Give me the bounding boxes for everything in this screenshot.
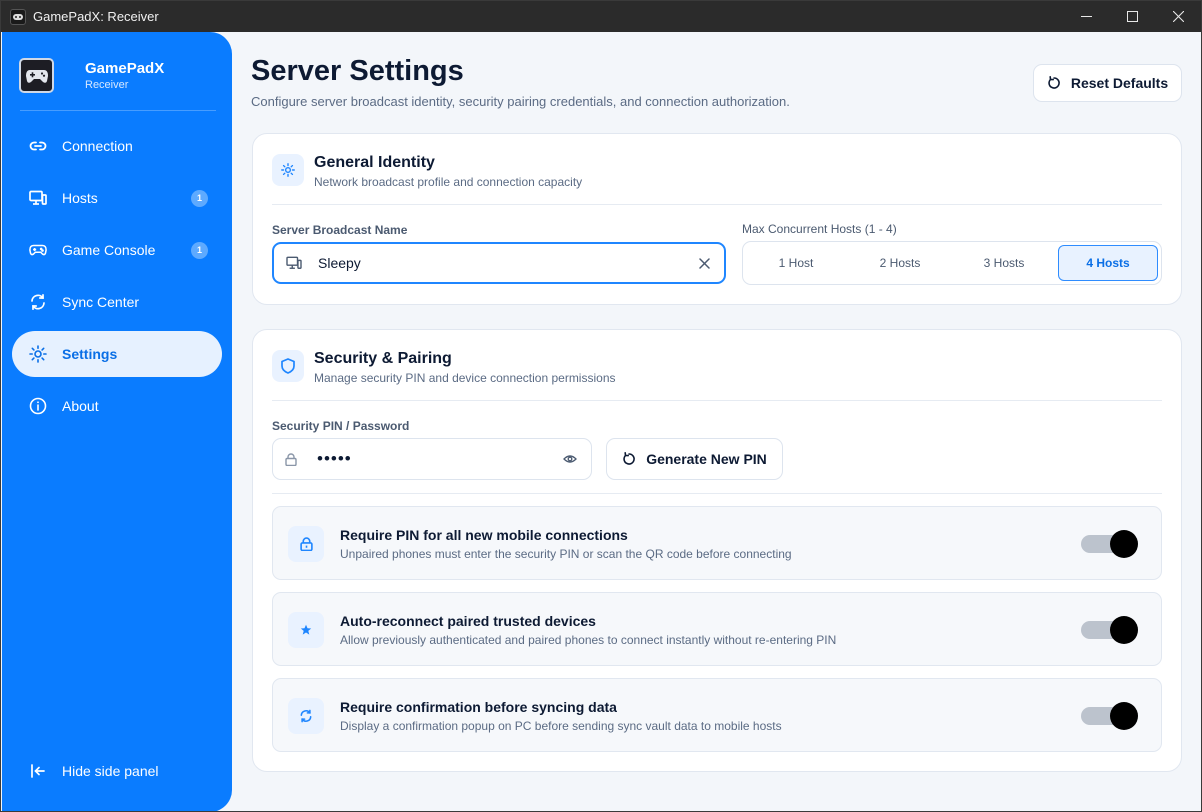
sidebar-item-connection[interactable]: Connection — [12, 123, 222, 169]
sidebar: GamePadX Receiver Connection Hosts 1 Gam… — [2, 32, 232, 811]
sync-confirmation-row: Require confirmation before syncing data… — [272, 678, 1162, 752]
sidebar-item-game-console[interactable]: Game Console 1 — [12, 227, 222, 273]
hide-side-panel-label: Hide side panel — [62, 763, 159, 779]
require-pin-row: Require PIN for all new mobile connectio… — [272, 506, 1162, 580]
star-icon — [288, 612, 324, 648]
hosts-option-4[interactable]: 4 Hosts — [1058, 245, 1158, 281]
max-hosts-label: Max Concurrent Hosts (1 - 4) — [742, 222, 897, 236]
clear-input-button[interactable] — [699, 257, 710, 269]
server-name-label: Server Broadcast Name — [272, 223, 408, 237]
monitor-icon — [286, 256, 302, 270]
hosts-option-3[interactable]: 3 Hosts — [954, 245, 1054, 281]
auto-reconnect-row: Auto-reconnect paired trusted devices Al… — [272, 592, 1162, 666]
gear-icon — [272, 154, 304, 186]
gamepad-icon — [29, 241, 47, 259]
sync-confirmation-toggle[interactable] — [1081, 701, 1139, 731]
app-window: GamePadX: Receiver GamePadX Receiver Con… — [0, 0, 1202, 812]
toggle-knob — [1110, 702, 1138, 730]
sidebar-item-label: About — [62, 398, 99, 414]
title-bar: GamePadX: Receiver — [1, 1, 1201, 32]
generate-pin-button[interactable]: Generate New PIN — [606, 438, 783, 480]
toggle-title: Require PIN for all new mobile connectio… — [340, 527, 628, 543]
page-title: Server Settings — [251, 55, 464, 87]
lock-icon — [285, 452, 297, 466]
gamepad-logo-icon — [19, 58, 54, 93]
shield-icon — [272, 350, 304, 382]
card-subtitle: Manage security PIN and device connectio… — [314, 371, 616, 385]
info-icon — [29, 397, 47, 415]
window-title: GamePadX: Receiver — [33, 9, 159, 24]
toggle-knob — [1110, 530, 1138, 558]
minimize-icon — [1080, 16, 1092, 17]
hosts-count-badge: 1 — [191, 189, 208, 207]
generate-pin-label: Generate New PIN — [646, 451, 767, 467]
card-subtitle: Network broadcast profile and connection… — [314, 175, 583, 189]
card-title: Security & Pairing — [314, 350, 452, 367]
sidebar-item-about[interactable]: About — [12, 383, 222, 429]
pin-label: Security PIN / Password — [272, 419, 410, 433]
reset-defaults-label: Reset Defaults — [1070, 75, 1169, 91]
server-name-value: Sleepy — [318, 255, 361, 271]
maximize-icon — [1126, 11, 1138, 22]
brand-subtitle: Receiver — [85, 79, 129, 91]
toggle-subtitle: Unpaired phones must enter the security … — [340, 547, 792, 561]
sidebar-item-label: Game Console — [62, 242, 156, 258]
hosts-option-2[interactable]: 2 Hosts — [850, 245, 950, 281]
sidebar-item-hosts[interactable]: Hosts 1 — [12, 175, 222, 221]
require-pin-toggle[interactable] — [1081, 529, 1139, 559]
console-count-badge: 1 — [191, 241, 208, 259]
app-gamepad-icon — [10, 8, 26, 25]
main-content: Server Settings Configure server broadca… — [232, 32, 1201, 811]
security-pairing-card: Security & Pairing Manage security PIN a… — [252, 329, 1182, 772]
monitor-icon — [29, 189, 47, 207]
general-identity-card: General Identity Network broadcast profi… — [252, 133, 1182, 305]
server-name-input[interactable]: Sleepy — [272, 242, 726, 284]
close-icon — [1172, 11, 1184, 22]
sync-icon — [288, 698, 324, 734]
collapse-panel-icon — [29, 762, 47, 780]
card-divider — [272, 204, 1162, 205]
auto-reconnect-toggle[interactable] — [1081, 615, 1139, 645]
card-title: General Identity — [314, 154, 435, 171]
reset-icon — [1048, 76, 1060, 89]
pin-input[interactable]: ••••• — [272, 438, 592, 480]
toggle-title: Require confirmation before syncing data — [340, 699, 617, 715]
card-divider — [272, 400, 1162, 401]
sidebar-item-label: Sync Center — [62, 294, 140, 310]
minimize-button[interactable] — [1063, 1, 1109, 32]
reset-defaults-button[interactable]: Reset Defaults — [1033, 64, 1182, 102]
gear-icon — [29, 345, 47, 363]
maximize-button[interactable] — [1109, 1, 1155, 32]
toggle-knob — [1110, 616, 1138, 644]
close-button[interactable] — [1155, 1, 1201, 32]
sidebar-item-label: Connection — [62, 138, 133, 154]
toggle-title: Auto-reconnect paired trusted devices — [340, 613, 596, 629]
lock-icon — [288, 526, 324, 562]
sidebar-item-label: Settings — [62, 346, 118, 362]
brand: GamePadX Receiver — [19, 58, 164, 93]
max-hosts-selector: 1 Host 2 Hosts 3 Hosts 4 Hosts — [742, 241, 1162, 285]
brand-name: GamePadX — [85, 60, 165, 77]
sidebar-item-settings[interactable]: Settings — [12, 331, 222, 377]
refresh-icon — [623, 452, 636, 465]
link-icon — [29, 137, 47, 155]
card-divider — [272, 493, 1162, 494]
page-description: Configure server broadcast identity, sec… — [251, 94, 790, 109]
toggle-subtitle: Allow previously authenticated and paire… — [340, 633, 837, 647]
pin-value: ••••• — [317, 449, 352, 468]
sync-icon — [29, 293, 47, 311]
eye-icon — [563, 455, 577, 463]
sidebar-item-sync-center[interactable]: Sync Center — [12, 279, 222, 325]
show-pin-button[interactable] — [563, 454, 577, 464]
clear-x-icon — [699, 257, 710, 269]
hosts-option-1[interactable]: 1 Host — [746, 245, 846, 281]
toggle-subtitle: Display a confirmation popup on PC befor… — [340, 719, 782, 733]
sidebar-item-label: Hosts — [62, 190, 98, 206]
hide-side-panel-button[interactable]: Hide side panel — [12, 748, 222, 794]
sidebar-divider — [20, 110, 216, 111]
